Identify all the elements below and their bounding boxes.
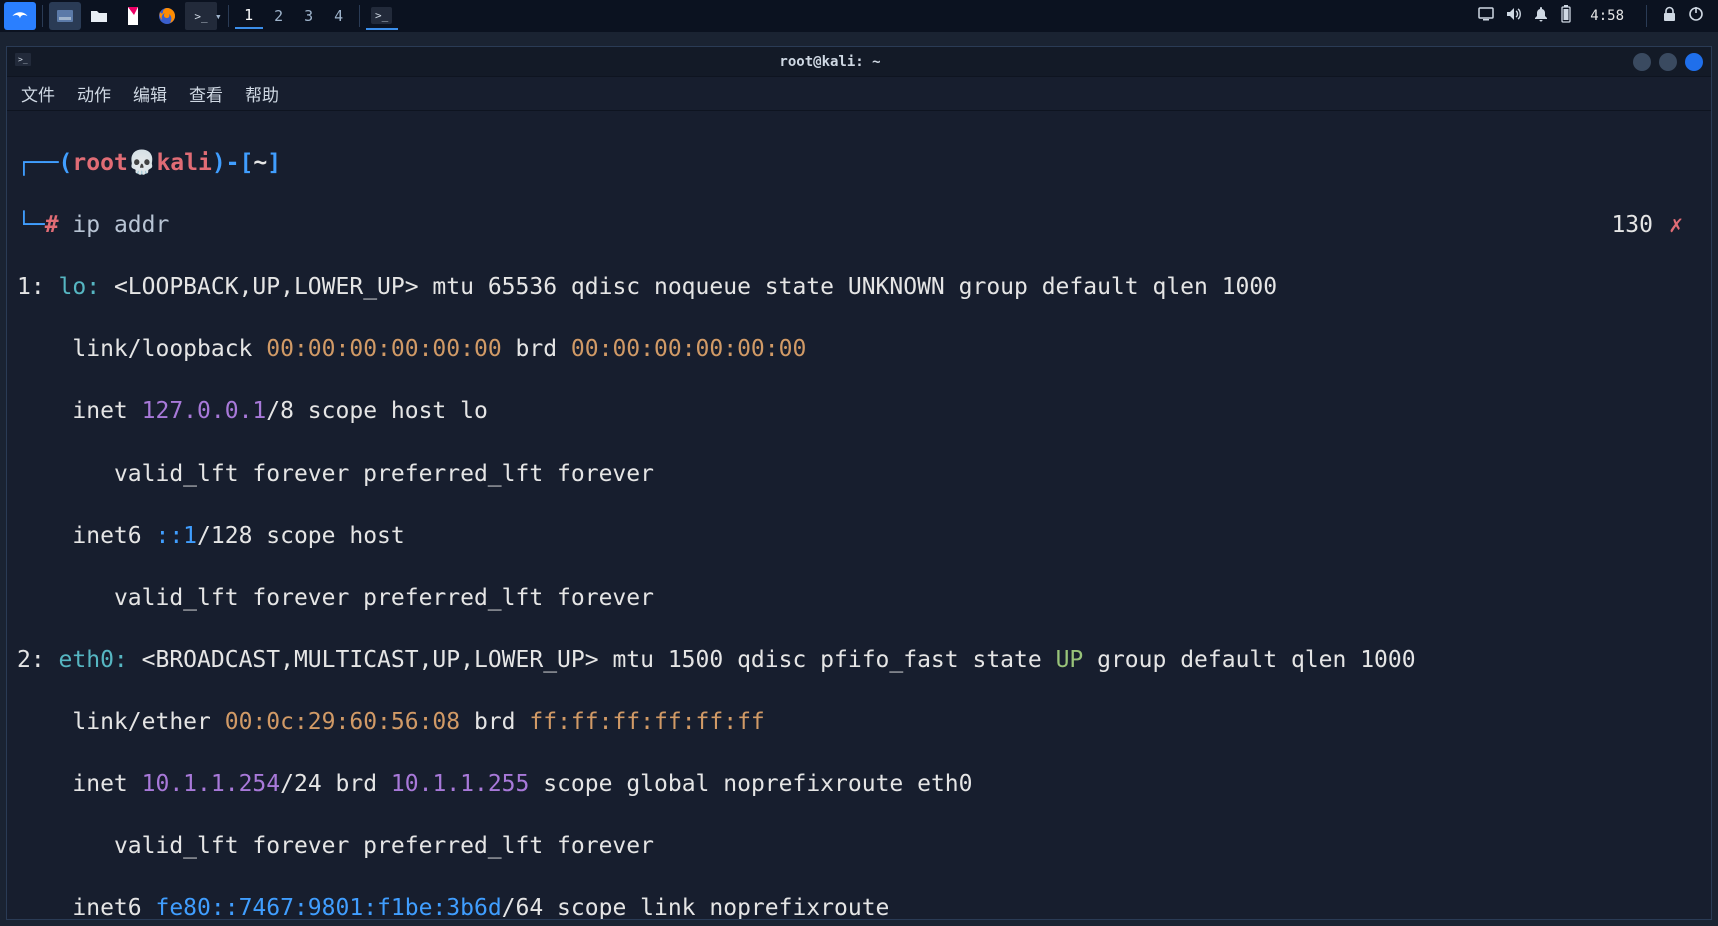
prompt-line-2: └─# ip addr130✗ <box>17 210 1701 241</box>
notifications-icon[interactable] <box>1534 6 1548 26</box>
power-icon[interactable] <box>1688 6 1704 26</box>
terminal-launcher-dropdown-icon[interactable]: ▾ <box>215 10 222 23</box>
workspace-2[interactable]: 2 <box>265 3 293 29</box>
window-minimize-button[interactable] <box>1633 53 1651 71</box>
cherrytree-icon[interactable] <box>117 2 149 30</box>
window-title: root@kali: ~ <box>35 54 1625 70</box>
panel-separator <box>228 5 229 27</box>
terminal-content[interactable]: ┌──(root💀kali)-[~] └─# ip addr130✗ 1: lo… <box>7 111 1711 919</box>
output-line: inet 10.1.1.254/24 brd 10.1.1.255 scope … <box>17 769 1701 800</box>
firefox-icon[interactable] <box>151 2 183 30</box>
output-line: valid_lft forever preferred_lft forever <box>17 583 1701 614</box>
workspace-1[interactable]: 1 <box>235 3 263 29</box>
output-line: inet6 ::1/128 scope host <box>17 521 1701 552</box>
panel-separator <box>1646 5 1647 27</box>
output-line: link/ether 00:0c:29:60:56:08 brd ff:ff:f… <box>17 707 1701 738</box>
output-line: 2: eth0: <BROADCAST,MULTICAST,UP,LOWER_U… <box>17 645 1701 676</box>
menu-view[interactable]: 查看 <box>189 81 223 106</box>
workspace-4[interactable]: 4 <box>325 3 353 29</box>
terminal-app-icon: >_ <box>15 53 35 70</box>
skull-icon: 💀 <box>128 150 157 176</box>
menu-help[interactable]: 帮助 <box>245 81 279 106</box>
panel-tray: 4:58 <box>1478 5 1714 27</box>
taskbar-terminal-window[interactable]: >_ <box>366 2 398 30</box>
menu-edit[interactable]: 编辑 <box>133 81 167 106</box>
output-line: link/loopback 00:00:00:00:00:00 brd 00:0… <box>17 334 1701 365</box>
window-titlebar[interactable]: >_ root@kali: ~ <box>7 47 1711 77</box>
volume-icon[interactable] <box>1506 7 1522 25</box>
panel-separator <box>42 5 43 27</box>
window-maximize-button[interactable] <box>1659 53 1677 71</box>
prompt-line-1: ┌──(root💀kali)-[~] <box>17 148 1701 179</box>
terminal-launcher-icon[interactable]: >_ <box>185 2 217 30</box>
terminal-scrollbar[interactable] <box>1699 47 1711 919</box>
svg-text:>_: >_ <box>18 55 28 64</box>
show-desktop-icon[interactable] <box>49 2 81 30</box>
workspace-3[interactable]: 3 <box>295 3 323 29</box>
output-line: valid_lft forever preferred_lft forever <box>17 459 1701 490</box>
clock[interactable]: 4:58 <box>1584 8 1630 24</box>
lock-icon[interactable] <box>1663 6 1676 26</box>
menu-action[interactable]: 动作 <box>77 81 111 106</box>
output-line: valid_lft forever preferred_lft forever <box>17 831 1701 862</box>
file-manager-icon[interactable] <box>83 2 115 30</box>
menu-file[interactable]: 文件 <box>21 81 55 106</box>
terminal-window: >_ root@kali: ~ 文件 动作 编辑 查看 帮助 ┌──(root💀… <box>6 46 1712 920</box>
screen-icon[interactable] <box>1478 7 1494 25</box>
xfce-panel: >_ ▾ 1 2 3 4 >_ 4:58 <box>0 0 1718 32</box>
exit-code: 130 <box>1611 210 1653 241</box>
output-line: inet 127.0.0.1/8 scope host lo <box>17 396 1701 427</box>
exit-mark-icon: ✗ <box>1669 210 1683 241</box>
output-line: 1: lo: <LOOPBACK,UP,LOWER_UP> mtu 65536 … <box>17 272 1701 303</box>
panel-separator <box>359 5 360 27</box>
output-line: inet6 fe80::7467:9801:f1be:3b6d/64 scope… <box>17 893 1701 919</box>
entered-command: ip addr <box>72 212 169 238</box>
terminal-menubar: 文件 动作 编辑 查看 帮助 <box>7 77 1711 111</box>
kali-menu-icon[interactable] <box>4 2 36 30</box>
battery-icon[interactable] <box>1560 5 1572 27</box>
